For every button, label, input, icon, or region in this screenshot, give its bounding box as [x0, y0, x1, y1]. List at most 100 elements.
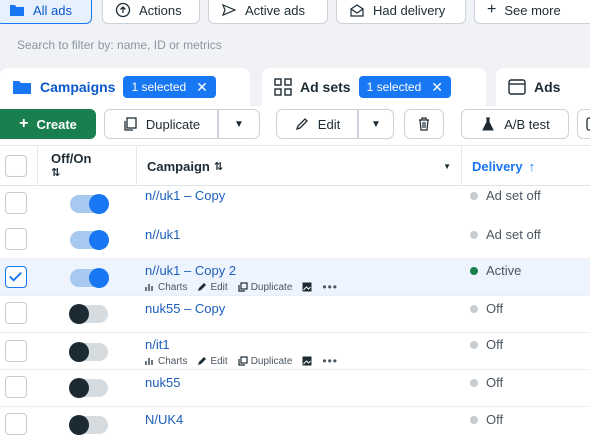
duplicate-icon — [238, 282, 248, 292]
campaign-name-link[interactable]: nuk55 — [145, 375, 180, 390]
delivery-status-label: Active — [486, 263, 522, 278]
row-checkbox[interactable] — [5, 413, 27, 435]
row-checkbox[interactable] — [5, 302, 27, 324]
row-checkbox[interactable] — [5, 266, 27, 288]
delivery-status: Off — [470, 301, 503, 316]
charts-action[interactable]: Charts — [145, 282, 187, 293]
delivery-status: Off — [470, 412, 503, 427]
table-row[interactable]: N/UK4 Off — [0, 407, 590, 440]
clear-selection-icon[interactable]: ✕ — [196, 79, 208, 96]
more-icon: ••• — [322, 354, 338, 368]
duplicate-action-label: Duplicate — [250, 281, 293, 293]
duplicate-dropdown-button[interactable]: ▼ — [218, 109, 260, 139]
filter-active-ads[interactable]: Active ads — [208, 0, 328, 24]
row-checkbox[interactable] — [5, 376, 27, 398]
pencil-icon — [295, 118, 308, 131]
more-actions[interactable]: ••• — [322, 280, 338, 294]
campaigns-selection-label: 1 selected — [131, 80, 187, 94]
duplicate-action[interactable]: Duplicate — [238, 281, 293, 293]
ab-test-button[interactable]: A/B test — [461, 109, 569, 139]
preview-action[interactable] — [302, 356, 312, 366]
chart-icon — [145, 358, 153, 365]
delivery-status: Active — [470, 263, 521, 278]
status-toggle[interactable] — [69, 342, 108, 362]
tab-campaigns[interactable]: Campaigns 1 selected ✕ — [0, 68, 250, 106]
delivery-status: Off — [470, 337, 503, 352]
search-input[interactable]: Search to filter by: name, ID or metrics — [17, 38, 222, 52]
campaign-name-link[interactable]: n//uk1 – Copy — [145, 188, 225, 203]
ad-window-icon — [508, 79, 526, 95]
caret-down-icon[interactable]: ▼ — [443, 162, 451, 171]
table-row[interactable]: n//uk1 – Copy Ad set off — [0, 186, 590, 223]
table-row[interactable]: nuk55 Off — [0, 370, 590, 407]
filter-had-delivery[interactable]: Had delivery — [336, 0, 466, 24]
edit-label: Edit — [317, 116, 341, 132]
campaign-name-link[interactable]: n/it1 — [145, 337, 170, 352]
status-toggle[interactable] — [69, 378, 108, 398]
preview-action[interactable] — [302, 282, 312, 292]
tab-ad-sets-label: Ad sets — [300, 79, 351, 95]
row-checkbox[interactable] — [5, 192, 27, 214]
off-on-header[interactable]: Off/On ⇅ — [51, 146, 131, 186]
edit-button[interactable]: Edit — [276, 109, 358, 139]
delivery-status: Ad set off — [470, 188, 541, 203]
duplicate-icon — [124, 117, 137, 131]
filter-actions-label: Actions — [139, 2, 182, 18]
toggle-knob — [69, 415, 89, 435]
charts-action[interactable]: Charts — [145, 356, 187, 367]
status-toggle[interactable] — [69, 415, 108, 435]
upload-circle-icon — [115, 2, 131, 18]
sort-icon: ⇅ — [51, 167, 61, 179]
filter-all-ads-label: All ads — [33, 2, 73, 18]
tab-ads[interactable]: Ads — [496, 68, 590, 106]
envelope-open-icon — [350, 4, 364, 17]
row-actions: Charts Edit Duplicate ••• — [145, 354, 338, 368]
campaign-name-link[interactable]: N/UK4 — [145, 412, 183, 427]
row-checkbox[interactable] — [5, 340, 27, 362]
delivery-status-label: Off — [486, 412, 504, 427]
row-actions: Charts Edit Duplicate ••• — [145, 280, 338, 294]
table-row[interactable]: n//uk1 Ad set off — [0, 222, 590, 259]
campaign-name-link[interactable]: n//uk1 – Copy 2 — [145, 263, 236, 278]
ad-sets-selection-badge[interactable]: 1 selected ✕ — [358, 76, 452, 98]
status-dot-icon — [470, 340, 478, 349]
campaign-header[interactable]: Campaign ⇅ ▼ — [147, 146, 457, 186]
delivery-header[interactable]: Delivery ↑ — [472, 146, 535, 186]
delete-button[interactable] — [404, 109, 444, 139]
search-bar[interactable]: Search to filter by: name, ID or metrics — [0, 30, 590, 62]
campaign-name-link[interactable]: nuk55 – Copy — [145, 301, 225, 316]
more-actions[interactable]: ••• — [322, 354, 338, 368]
select-all-checkbox[interactable] — [5, 155, 27, 177]
level-tabs: Campaigns 1 selected ✕ Ad sets 1 selecte… — [0, 62, 590, 106]
row-checkbox[interactable] — [5, 228, 27, 250]
status-toggle[interactable] — [69, 304, 108, 324]
table-row[interactable]: n/it1 Charts Edit Duplicate ••• Off — [0, 333, 590, 370]
toggle-knob — [89, 194, 109, 214]
create-button[interactable]: + Create — [0, 109, 96, 139]
edit-dropdown-button[interactable]: ▼ — [358, 109, 394, 139]
edit-action-label: Edit — [210, 355, 228, 367]
clear-selection-icon[interactable]: ✕ — [431, 79, 443, 96]
tab-ad-sets[interactable]: Ad sets 1 selected ✕ — [262, 68, 486, 106]
campaign-name-link[interactable]: n//uk1 — [145, 227, 180, 242]
status-dot-icon — [470, 378, 478, 387]
status-toggle[interactable] — [70, 268, 109, 288]
edit-action[interactable]: Edit — [197, 282, 228, 293]
filter-all-ads[interactable]: All ads — [0, 0, 92, 24]
table-header: Off/On ⇅ Campaign ⇅ ▼ Delivery ↑ — [0, 146, 590, 186]
filter-actions[interactable]: Actions — [102, 0, 200, 24]
toggle-knob — [69, 304, 89, 324]
duplicate-button[interactable]: Duplicate — [104, 109, 218, 139]
campaigns-selection-badge[interactable]: 1 selected ✕ — [123, 76, 216, 98]
duplicate-action[interactable]: Duplicate — [238, 356, 292, 367]
status-toggle[interactable] — [70, 194, 109, 214]
more-toolbar-button[interactable] — [577, 109, 590, 139]
status-toggle[interactable] — [70, 230, 109, 250]
status-dot-icon — [470, 415, 478, 424]
table-row[interactable]: n//uk1 – Copy 2 Charts Edit Duplicate ••… — [0, 259, 590, 296]
delivery-status-label: Off — [486, 337, 504, 352]
edit-action[interactable]: Edit — [197, 355, 228, 367]
table-row[interactable]: nuk55 – Copy Off — [0, 296, 590, 333]
toggle-knob — [89, 230, 109, 250]
see-more-filters[interactable]: + See more — [474, 0, 590, 24]
